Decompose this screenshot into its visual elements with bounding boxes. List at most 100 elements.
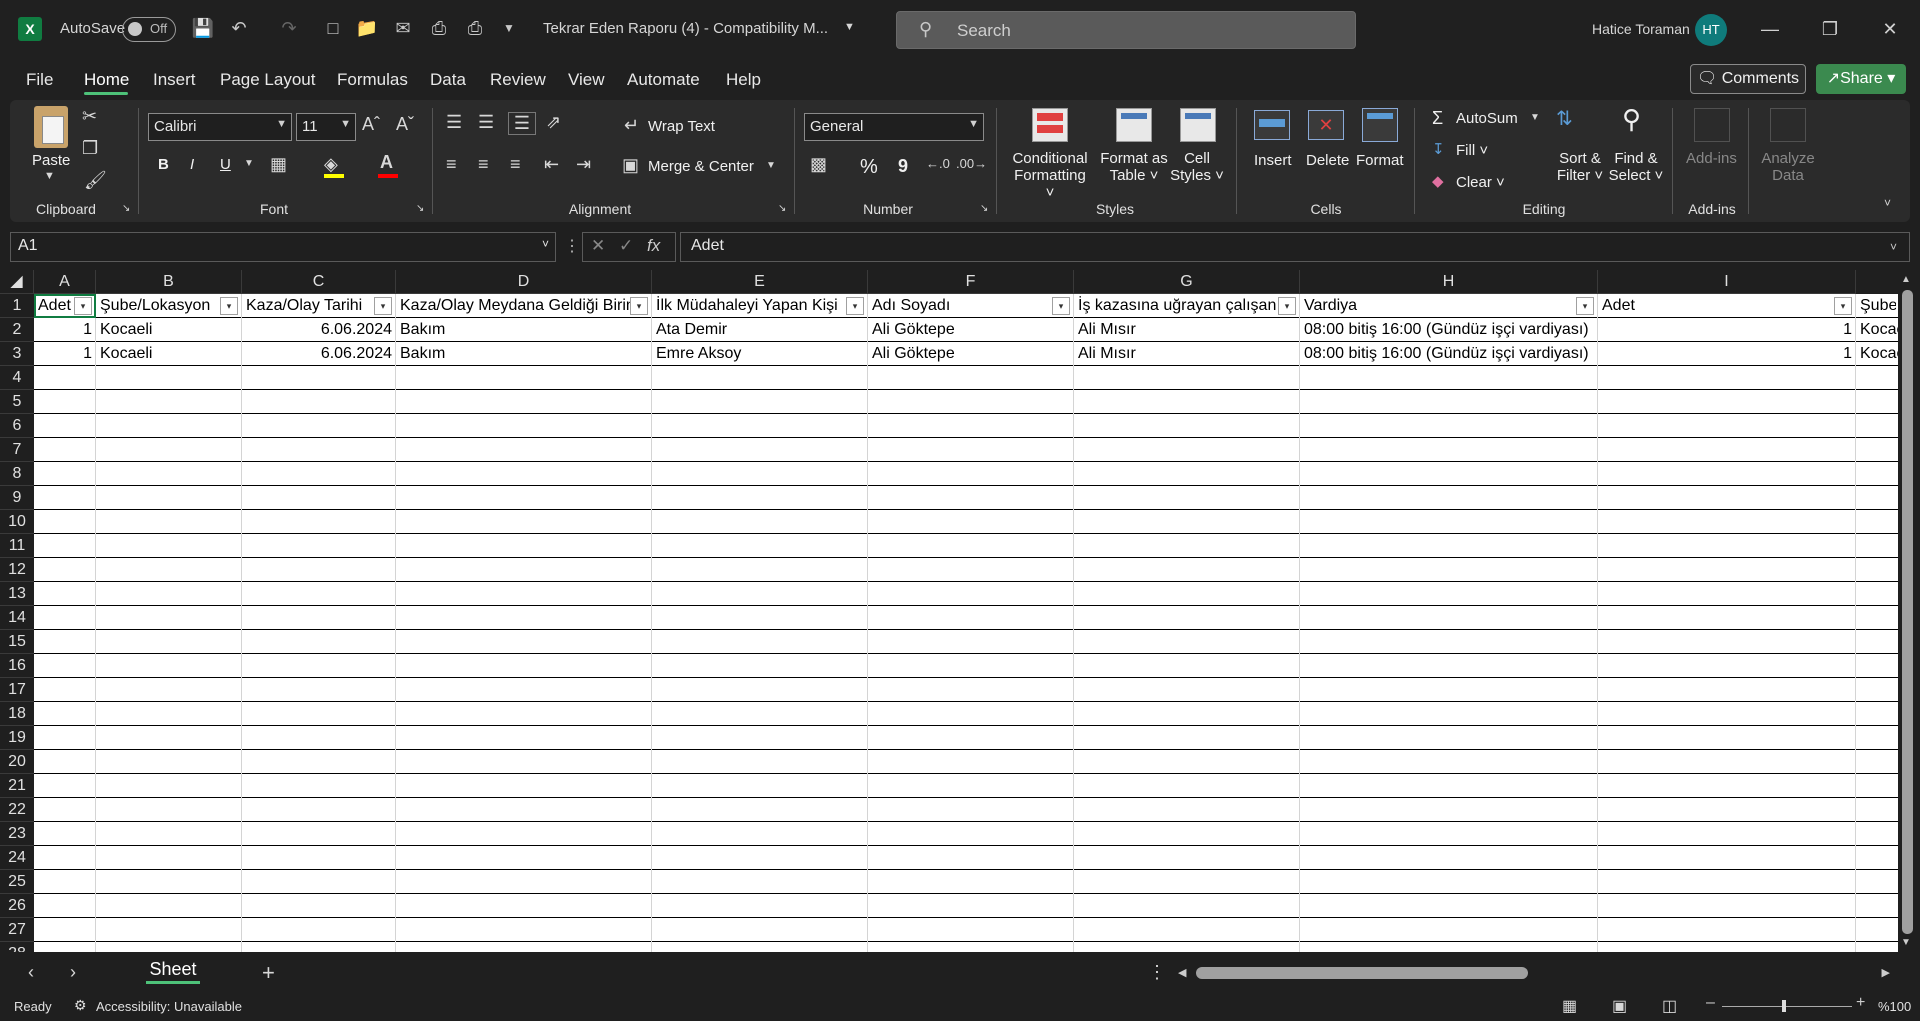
- find-select-button[interactable]: Find & Select ˅: [1608, 150, 1664, 184]
- header-cell[interactable]: İş kazasına uğrayan çalışan: [1074, 294, 1280, 318]
- header-cell[interactable]: Şube/: [1856, 294, 1896, 318]
- header-cell[interactable]: İlk Müdahaleyi Yapan Kişi: [652, 294, 848, 318]
- tab-review[interactable]: Review: [490, 70, 546, 90]
- table-cell[interactable]: Ali Mısır: [1074, 342, 1300, 366]
- filter-dropdown-icon[interactable]: ▾: [846, 297, 864, 315]
- header-cell[interactable]: Vardiya: [1300, 294, 1578, 318]
- filter-dropdown-icon[interactable]: ▾: [630, 297, 648, 315]
- italic-button[interactable]: I: [190, 156, 194, 173]
- row-header[interactable]: 17: [0, 678, 34, 702]
- filter-dropdown-icon[interactable]: ▾: [374, 297, 392, 315]
- column-header[interactable]: F: [868, 270, 1074, 294]
- table-cell[interactable]: 08:00 bitiş 16:00 (Gündüz işçi vardiyası…: [1300, 318, 1598, 342]
- insert-cells-button[interactable]: Insert: [1254, 152, 1292, 169]
- table-cell[interactable]: 1: [34, 318, 96, 342]
- zoom-level[interactable]: %100: [1878, 999, 1911, 1014]
- row-header[interactable]: 27: [0, 918, 34, 942]
- add-ins-button[interactable]: Add-ins: [1686, 150, 1737, 167]
- dialog-launcher-icon[interactable]: ↘: [122, 203, 130, 214]
- fill-button[interactable]: Fill ˅: [1456, 142, 1488, 159]
- eraser-icon[interactable]: ◆: [1432, 172, 1444, 190]
- conditional-formatting-button[interactable]: Conditional Formatting ˅: [1010, 150, 1090, 201]
- vertical-scrollbar[interactable]: ▲ ▼: [1898, 272, 1918, 952]
- redo-icon[interactable]: ↷: [276, 15, 302, 41]
- collapse-ribbon-icon[interactable]: ˅: [1884, 196, 1891, 210]
- email-icon[interactable]: ✉: [390, 15, 416, 41]
- align-top-icon[interactable]: ☰: [446, 112, 462, 133]
- underline-dropdown-icon[interactable]: ▼: [244, 158, 254, 169]
- filter-dropdown-icon[interactable]: ▾: [1052, 297, 1070, 315]
- cell-styles-icon[interactable]: [1180, 108, 1216, 142]
- comma-style-button[interactable]: 9: [898, 156, 908, 177]
- format-cells-icon[interactable]: [1362, 108, 1398, 142]
- row-header[interactable]: 4: [0, 366, 34, 390]
- row-header[interactable]: 9: [0, 486, 34, 510]
- table-cell[interactable]: Kocaeli: [96, 342, 242, 366]
- row-header[interactable]: 10: [0, 510, 34, 534]
- autosave-toggle[interactable]: Off: [122, 17, 176, 42]
- delete-cells-button[interactable]: Delete: [1306, 152, 1349, 169]
- filter-dropdown-icon[interactable]: ▾: [1834, 297, 1852, 315]
- customize-qat-icon[interactable]: ▼: [496, 15, 522, 41]
- fill-color-icon[interactable]: ◈: [324, 154, 338, 175]
- row-header[interactable]: 3: [0, 342, 34, 366]
- header-cell[interactable]: Adet: [1598, 294, 1836, 318]
- quick-print-icon[interactable]: ⎙: [462, 15, 488, 41]
- sort-filter-icon[interactable]: ⇅: [1556, 106, 1573, 131]
- autosum-dropdown-icon[interactable]: ▼: [1530, 112, 1540, 123]
- column-header[interactable]: I: [1598, 270, 1856, 294]
- row-header[interactable]: 24: [0, 846, 34, 870]
- increase-decimal-icon[interactable]: ←.0: [926, 156, 950, 171]
- insert-function-icon[interactable]: fx: [647, 236, 660, 256]
- paste-dropdown-icon[interactable]: ▼: [44, 170, 55, 182]
- row-header[interactable]: 22: [0, 798, 34, 822]
- copy-icon[interactable]: ❐: [82, 138, 98, 159]
- avatar[interactable]: HT: [1695, 14, 1727, 46]
- tab-automate[interactable]: Automate: [627, 70, 700, 90]
- format-cells-button[interactable]: Format: [1356, 152, 1404, 169]
- row-header[interactable]: 26: [0, 894, 34, 918]
- filter-dropdown-icon[interactable]: ▾: [1576, 297, 1594, 315]
- restore-icon[interactable]: ❐: [1810, 14, 1850, 44]
- more-icon[interactable]: ⋮: [564, 236, 580, 256]
- decrease-font-icon[interactable]: Aˇ: [396, 114, 414, 135]
- row-header[interactable]: 16: [0, 654, 34, 678]
- row-header[interactable]: 8: [0, 462, 34, 486]
- dialog-launcher-icon[interactable]: ↘: [980, 203, 988, 214]
- font-name-select[interactable]: Calibri ▼: [148, 113, 292, 141]
- row-header[interactable]: 11: [0, 534, 34, 558]
- table-cell[interactable]: Ali Mısır: [1074, 318, 1300, 342]
- tab-home[interactable]: Home: [84, 70, 129, 90]
- align-middle-icon[interactable]: ☰: [478, 112, 494, 133]
- row-header[interactable]: 15: [0, 630, 34, 654]
- chevron-down-icon[interactable]: ▼: [844, 21, 855, 33]
- cancel-icon[interactable]: ✕: [591, 236, 605, 256]
- search-box[interactable]: ⚲ Search: [896, 11, 1356, 49]
- header-cell[interactable]: Kaza/Olay Meydana Geldiği Birim: [396, 294, 632, 318]
- dialog-launcher-icon[interactable]: ↘: [778, 203, 786, 214]
- table-cell[interactable]: 6.06.2024: [242, 342, 396, 366]
- align-right-icon[interactable]: ≡: [510, 154, 521, 175]
- row-header[interactable]: 6: [0, 414, 34, 438]
- tab-insert[interactable]: Insert: [153, 70, 196, 90]
- sheet-cells[interactable]: Adet ▾ Şube/Lokasyon ▾ Kaza/Olay Tarihi ▾ Kaza…: [34, 294, 1900, 952]
- orientation-icon[interactable]: ⇗: [546, 112, 561, 133]
- tab-help[interactable]: Help: [726, 70, 761, 90]
- formula-input[interactable]: Adet: [680, 232, 1910, 262]
- column-header[interactable]: B: [96, 270, 242, 294]
- prev-sheet-icon[interactable]: ‹: [28, 962, 34, 983]
- conditional-formatting-icon[interactable]: [1032, 108, 1068, 142]
- minimize-icon[interactable]: —: [1750, 14, 1790, 44]
- normal-view-icon[interactable]: ▦: [1562, 996, 1577, 1016]
- align-center-icon[interactable]: ≡: [478, 154, 489, 175]
- undo-icon[interactable]: ↶: [226, 15, 252, 41]
- row-header[interactable]: 2: [0, 318, 34, 342]
- delete-cells-icon[interactable]: ✕: [1308, 110, 1344, 140]
- zoom-slider-handle[interactable]: [1782, 1000, 1786, 1012]
- row-header[interactable]: 14: [0, 606, 34, 630]
- horizontal-scrollbar[interactable]: ◀ ▶: [1176, 964, 1892, 982]
- fill-icon[interactable]: ↧: [1432, 140, 1445, 158]
- accessibility-status[interactable]: Accessibility: Unavailable: [96, 999, 242, 1014]
- tab-data[interactable]: Data: [430, 70, 466, 90]
- table-cell[interactable]: Ali Göktepe: [868, 342, 1074, 366]
